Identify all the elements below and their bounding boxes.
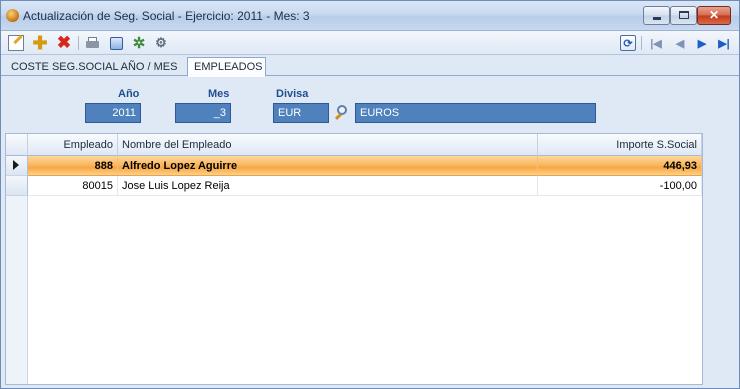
first-record-icon[interactable]: |◀ — [648, 35, 664, 51]
currency-code-field[interactable]: EUR — [273, 103, 329, 123]
toolbar: ✚ ✖ ✲ ⚙ ⟳ |◀ ◀ ▶ ▶| — [1, 31, 739, 55]
toolbar-separator — [641, 36, 642, 50]
close-button[interactable]: ✕ — [697, 6, 731, 25]
window-title: Actualización de Seg. Social - Ejercicio… — [23, 9, 310, 23]
tab-coste-seg-social[interactable]: COSTE SEG.SOCIAL AÑO / MES — [5, 58, 185, 76]
row-indicator[interactable] — [6, 176, 28, 196]
minimize-icon — [653, 17, 661, 20]
cell-importe[interactable]: 446,93 — [538, 156, 702, 176]
year-field[interactable]: 2011 — [85, 103, 141, 123]
row-indicator-column — [6, 196, 28, 384]
tools-icon[interactable]: ⚙ — [153, 35, 169, 51]
maximize-icon — [679, 11, 689, 19]
app-logo-icon[interactable] — [6, 9, 19, 22]
next-record-icon[interactable]: ▶ — [694, 35, 710, 51]
refresh-icon[interactable]: ⟳ — [620, 35, 636, 51]
add-icon[interactable]: ✚ — [32, 33, 48, 53]
month-label: Mes — [208, 88, 230, 100]
toolbar-separator — [78, 36, 79, 50]
app-window: Actualización de Seg. Social - Ejercicio… — [0, 0, 740, 389]
currency-name-field: EUROS — [355, 103, 596, 123]
cell-empleado[interactable]: 80015 — [28, 176, 118, 196]
employees-grid: Empleado Nombre del Empleado Importe S.S… — [5, 133, 703, 385]
cell-importe[interactable]: -100,00 — [538, 176, 702, 196]
title-bar[interactable]: Actualización de Seg. Social - Ejercicio… — [1, 1, 739, 31]
table-row[interactable]: 80015 Jose Luis Lopez Reija -100,00 — [6, 176, 702, 196]
cell-nombre[interactable]: Jose Luis Lopez Reija — [118, 176, 538, 196]
cell-empleado[interactable]: 888 — [28, 156, 118, 176]
edit-icon[interactable] — [8, 35, 24, 51]
settings-icon[interactable]: ✲ — [131, 35, 147, 52]
column-header-importe[interactable]: Importe S.Social — [538, 134, 702, 156]
tab-empleados[interactable]: EMPLEADOS — [187, 57, 266, 77]
column-header-nombre[interactable]: Nombre del Empleado — [118, 134, 538, 156]
year-label: Año — [118, 88, 140, 100]
grid-header: Empleado Nombre del Empleado Importe S.S… — [6, 134, 702, 156]
cell-nombre[interactable]: Alfredo Lopez Aguirre — [118, 156, 538, 176]
month-field[interactable]: _3 — [175, 103, 231, 123]
row-indicator[interactable] — [6, 156, 28, 176]
minimize-button[interactable] — [643, 6, 670, 25]
delete-icon[interactable]: ✖ — [56, 33, 72, 52]
print-icon[interactable] — [84, 35, 100, 51]
maximize-button[interactable] — [670, 6, 697, 25]
filter-form: Año Mes Divisa 2011 _3 EUR EUROS — [1, 77, 739, 129]
search-icon[interactable] — [333, 103, 351, 123]
table-row[interactable]: 888 Alfredo Lopez Aguirre 446,93 — [6, 156, 702, 176]
grid-body: 888 Alfredo Lopez Aguirre 446,93 80015 J… — [6, 156, 702, 384]
tab-strip: COSTE SEG.SOCIAL AÑO / MES EMPLEADOS — [1, 56, 739, 77]
column-header-empleado[interactable]: Empleado — [28, 134, 118, 156]
last-record-icon[interactable]: ▶| — [716, 35, 732, 51]
preview-icon[interactable] — [110, 37, 123, 50]
currency-label: Divisa — [276, 88, 309, 100]
previous-record-icon[interactable]: ◀ — [672, 35, 688, 51]
close-icon: ✕ — [708, 8, 720, 22]
row-indicator-header — [6, 134, 28, 156]
current-row-arrow-icon — [13, 160, 19, 170]
